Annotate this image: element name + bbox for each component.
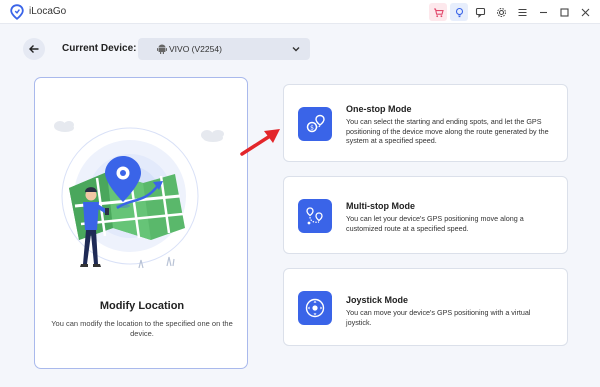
app-logo-icon xyxy=(10,4,24,20)
feedback-icon xyxy=(475,7,485,18)
multi-stop-mode-icon-tile xyxy=(298,199,332,233)
minimize-button[interactable] xyxy=(534,3,552,21)
settings-button[interactable] xyxy=(492,3,510,21)
joystick-mode-card[interactable]: Joystick Mode You can move your device's… xyxy=(283,268,568,346)
device-name: VIVO (V2254) xyxy=(169,44,222,54)
cart-button[interactable] xyxy=(429,3,447,21)
modify-location-title: Modify Location xyxy=(99,300,185,312)
tip-button[interactable] xyxy=(450,3,468,21)
multi-pin-icon xyxy=(306,207,323,225)
joystick-mode-description: You can move your device's GPS positioni… xyxy=(346,308,531,327)
android-icon xyxy=(157,44,167,54)
current-device-label: Current Device: xyxy=(62,43,137,54)
lightbulb-icon xyxy=(455,7,463,17)
gear-icon xyxy=(496,7,506,17)
title-bar: iLocaGo xyxy=(0,0,600,24)
svg-text:$: $ xyxy=(310,125,314,132)
modify-location-description: You can modify the location to the speci… xyxy=(51,319,233,338)
one-stop-mode-card[interactable]: $ One-stop Mode You can select the start… xyxy=(283,84,568,162)
menu-icon xyxy=(518,8,526,16)
maximize-icon xyxy=(559,7,569,17)
menu-button[interactable] xyxy=(513,3,531,21)
route-pin-icon: $ xyxy=(306,114,325,133)
one-stop-mode-title: One-stop Mode xyxy=(346,104,412,114)
cart-icon xyxy=(433,7,444,17)
map-illustration xyxy=(54,121,224,269)
red-arrow-icon xyxy=(240,129,280,156)
joystick-icon xyxy=(305,298,325,318)
one-stop-mode-description: You can select the starting and ending s… xyxy=(346,117,549,145)
multi-stop-mode-description: You can let your device's GPS positionin… xyxy=(346,214,524,233)
joystick-mode-title: Joystick Mode xyxy=(346,295,409,305)
app-title: iLocaGo xyxy=(29,6,67,17)
arrow-left-icon xyxy=(29,45,39,53)
back-button[interactable] xyxy=(23,38,45,60)
multi-stop-mode-title: Multi-stop Mode xyxy=(346,201,415,211)
modify-location-card[interactable]: Modify Location You can modify the locat… xyxy=(34,77,248,369)
close-icon xyxy=(581,8,589,16)
multi-stop-mode-card[interactable]: Multi-stop Mode You can let your device'… xyxy=(283,176,568,254)
one-stop-mode-icon-tile: $ xyxy=(298,107,332,141)
feedback-button[interactable] xyxy=(471,3,489,21)
close-button[interactable] xyxy=(576,3,594,21)
maximize-button[interactable] xyxy=(555,3,573,21)
chevron-down-icon xyxy=(292,47,300,52)
joystick-mode-icon-tile xyxy=(298,291,332,325)
device-dropdown[interactable]: VIVO (V2254) xyxy=(138,38,310,60)
device-toolbar: Current Device: VIVO (V2254) xyxy=(0,24,600,74)
minimize-icon xyxy=(539,11,547,13)
